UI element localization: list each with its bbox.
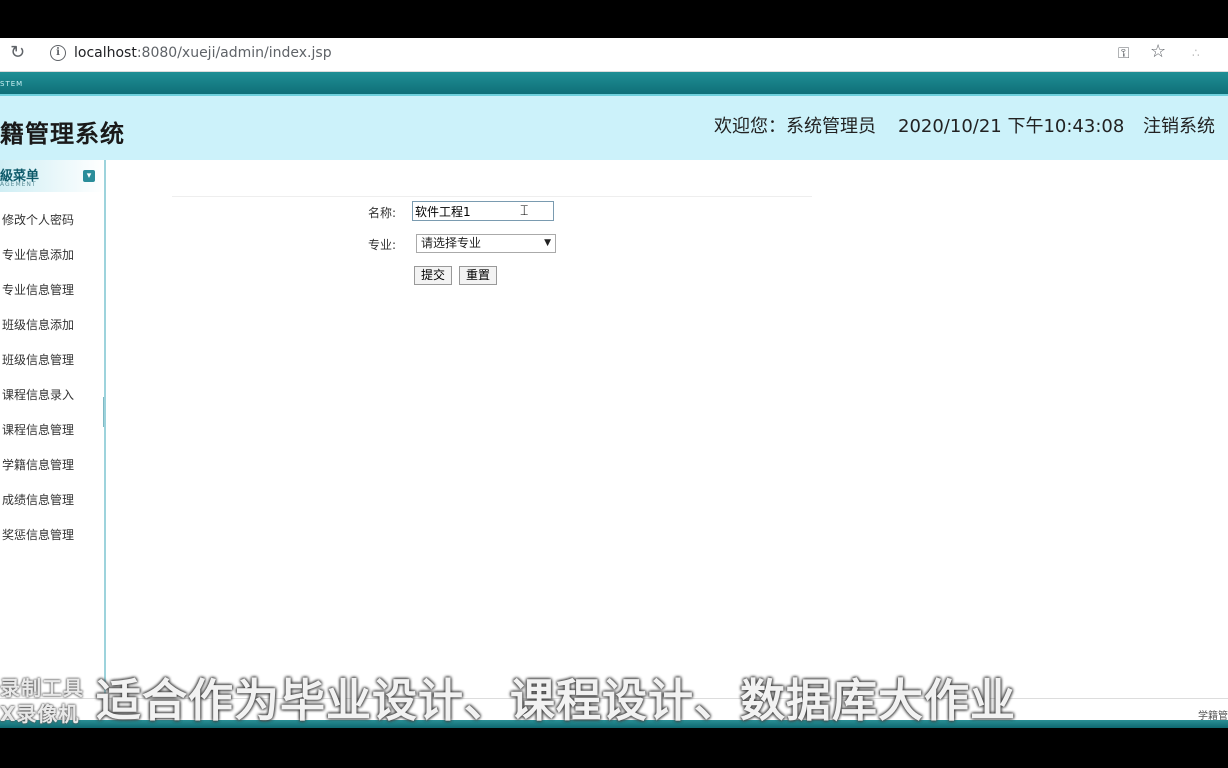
sidebar-item-manage-course[interactable]: 课程信息管理 <box>0 420 74 455</box>
text-cursor-icon: ⌶ <box>520 203 529 219</box>
sidebar-item-add-major[interactable]: 专业信息添加 <box>0 245 74 280</box>
name-input[interactable] <box>412 201 554 221</box>
main-content: 名称: ⌶ 专业: 请选择专业 ▼ 提交 重置 <box>106 160 1228 700</box>
major-select-value: 请选择专业 <box>421 236 482 250</box>
video-subtitle: 适合作为毕业设计、课程设计、数据库大作业 <box>96 674 1017 727</box>
dropdown-arrow-icon: ▼ <box>544 238 551 248</box>
url-field[interactable]: localhost:8080/xueji/admin/index.jsp <box>74 44 332 62</box>
menu-subtitle: AGEMENT <box>0 181 37 188</box>
sidebar-item-add-class[interactable]: 班级信息添加 <box>0 315 74 350</box>
sidebar-item-manage-grades[interactable]: 成绩信息管理 <box>0 490 74 525</box>
reset-button[interactable]: 重置 <box>459 266 497 285</box>
chevron-down-icon[interactable]: ▾ <box>83 170 95 182</box>
submit-button[interactable]: 提交 <box>414 266 452 285</box>
system-tag: STEM <box>0 80 24 88</box>
extension-icon[interactable]: ∴ <box>1192 44 1200 62</box>
app-window: STEM 籍管理系统 欢迎您：系统管理员 2020/10/21 下午10:43:… <box>0 72 1228 728</box>
watermark-line1: 录制工具 <box>0 676 84 700</box>
sidebar-item-manage-major[interactable]: 专业信息管理 <box>0 280 74 315</box>
logout-link[interactable]: 注销系统 <box>1143 112 1215 138</box>
sidebar-item-manage-student-status[interactable]: 学籍信息管理 <box>0 455 74 490</box>
info-icon[interactable]: i <box>50 45 66 61</box>
menu-list: 修改个人密码 专业信息添加 专业信息管理 班级信息添加 班级信息管理 课程信息录… <box>0 210 74 560</box>
sidebar: 級菜单 AGEMENT ▾ 修改个人密码 专业信息添加 专业信息管理 班级信息添… <box>0 160 106 700</box>
bookmark-star-icon[interactable]: ☆ <box>1150 42 1166 62</box>
reload-icon[interactable]: ↻ <box>10 44 28 62</box>
browser-address-bar: ↻ i localhost:8080/xueji/admin/index.jsp… <box>0 38 1228 72</box>
letterbox-top <box>0 0 1228 38</box>
content-divider <box>172 196 812 197</box>
url-host: localhost <box>74 45 137 61</box>
page-header: 籍管理系统 欢迎您：系统管理员 2020/10/21 下午10:43:08 注销… <box>0 96 1228 160</box>
sidebar-item-enter-course[interactable]: 课程信息录入 <box>0 385 74 420</box>
major-label: 专业: <box>368 238 397 252</box>
url-path: :8080/xueji/admin/index.jsp <box>136 45 332 61</box>
datetime-text: 2020/10/21 下午10:43:08 <box>898 116 1125 137</box>
sidebar-item-change-password[interactable]: 修改个人密码 <box>0 210 74 245</box>
key-icon[interactable]: ⚿ <box>1118 44 1129 62</box>
site-title: 籍管理系统 <box>0 120 125 148</box>
top-strip: STEM <box>0 72 1228 96</box>
letterbox-bottom <box>0 728 1228 768</box>
watermark-line2: X录像机 <box>0 702 80 726</box>
sidebar-item-manage-rewards[interactable]: 奖惩信息管理 <box>0 525 74 560</box>
sidebar-item-manage-class[interactable]: 班级信息管理 <box>0 350 74 385</box>
name-label: 名称: <box>368 206 397 220</box>
major-select[interactable]: 请选择专业 ▼ <box>416 234 556 253</box>
menu-header: 級菜单 AGEMENT ▾ <box>0 160 104 192</box>
welcome-text: 欢迎您：系统管理员 <box>714 116 876 137</box>
